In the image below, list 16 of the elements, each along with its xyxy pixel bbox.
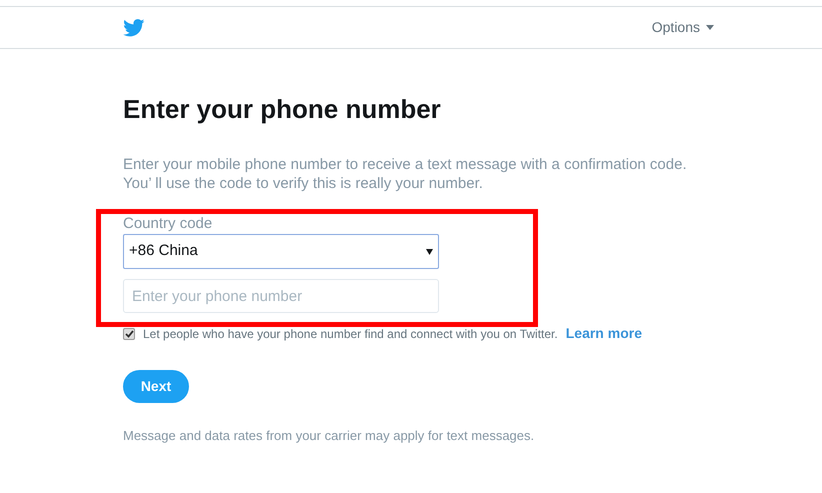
- caret-icon: [706, 25, 714, 30]
- intro-text: Enter your mobile phone number to receive a text message with a confirmation code. You’ ll use the code to verify this is really your number.: [123, 155, 688, 193]
- next-button[interactable]: Next: [123, 370, 189, 403]
- page-title: Enter your phone number: [123, 93, 441, 125]
- phone-input-field[interactable]: Enter your phone number: [123, 279, 439, 313]
- discoverable-checkbox[interactable]: [123, 328, 135, 340]
- country-value: +86 China: [129, 241, 198, 262]
- checkmark-icon: [124, 330, 134, 338]
- learn-more-link[interactable]: Learn more: [566, 323, 642, 344]
- rates-note: Message and data rates from your carrier may apply for text messages.: [123, 427, 534, 445]
- country-code-label: Country code: [123, 215, 212, 233]
- discoverable-label: Let people who have your phone number find and connect with you on Twitter.: [143, 326, 558, 342]
- dropdown-arrow-icon: [426, 248, 433, 254]
- country-select[interactable]: +86 China: [123, 234, 439, 269]
- bird-logo-icon[interactable]: [123, 18, 145, 36]
- options-menu[interactable]: Options: [652, 17, 714, 38]
